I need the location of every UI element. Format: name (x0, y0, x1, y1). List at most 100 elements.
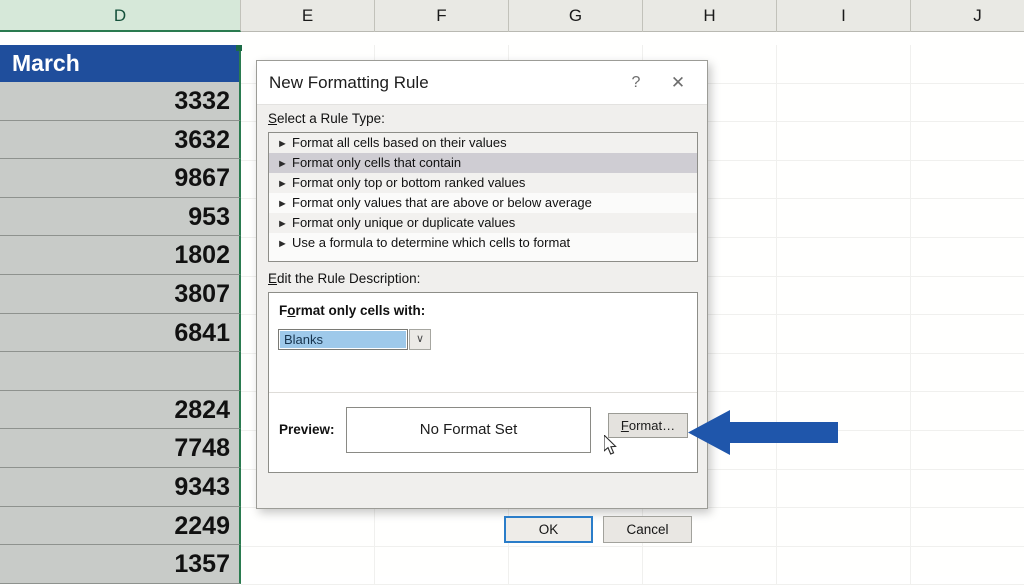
cell-d14[interactable]: 1357 (0, 545, 241, 584)
grid-cell[interactable] (911, 392, 1024, 431)
rule-type-option-label: Format only unique or duplicate values (292, 215, 515, 230)
condition-type-combobox[interactable]: Blanks (278, 329, 408, 350)
chevron-down-icon[interactable]: ∨ (409, 329, 431, 350)
rule-type-option-label: Use a formula to determine which cells t… (292, 235, 570, 250)
rule-type-option-label: Format all cells based on their values (292, 135, 507, 150)
grid-cell[interactable] (911, 238, 1024, 277)
grid-cell[interactable] (777, 508, 911, 547)
grid-cell[interactable] (911, 470, 1024, 509)
accelerator-o: o (287, 303, 295, 318)
column-header-g[interactable]: G (509, 0, 643, 32)
grid-cell[interactable] (509, 547, 643, 585)
cell-d3[interactable]: 3632 (0, 121, 241, 160)
grid-cell[interactable] (911, 45, 1024, 84)
column-header-d[interactable]: D (0, 0, 241, 32)
column-header-f[interactable]: F (375, 0, 509, 32)
rule-type-option-1[interactable]: ►Format all cells based on their values (269, 133, 697, 153)
select-rule-type-label: Select a Rule Type: (268, 111, 385, 126)
grid-cell[interactable] (777, 315, 911, 354)
column-header-e[interactable]: E (241, 0, 375, 32)
grid-cell[interactable] (777, 547, 911, 585)
rule-type-option-5[interactable]: ►Format only unique or duplicate values (269, 213, 697, 233)
accelerator-e: E (268, 271, 277, 286)
grid-cell[interactable] (911, 199, 1024, 238)
grid-cell[interactable] (777, 354, 911, 393)
preview-box: No Format Set (346, 407, 591, 453)
grid-cell[interactable] (777, 45, 911, 84)
condition-type-value[interactable]: Blanks (280, 331, 406, 348)
rule-type-option-2[interactable]: ►Format only cells that contain (269, 153, 697, 173)
cell-d1-march[interactable]: March (0, 45, 241, 82)
cell-d4[interactable]: 9867 (0, 159, 241, 198)
arrow-bullet-icon: ► (277, 134, 292, 154)
ok-button[interactable]: OK (504, 516, 593, 543)
grid-cell[interactable] (911, 277, 1024, 316)
rule-type-option-4[interactable]: ►Format only values that are above or be… (269, 193, 697, 213)
grid-cell[interactable] (777, 470, 911, 509)
close-icon[interactable]: ✕ (661, 69, 695, 97)
cell-d10[interactable]: 2824 (0, 391, 241, 430)
help-icon[interactable]: ? (619, 69, 653, 97)
grid-cell[interactable] (241, 508, 375, 547)
preview-label: Preview: (279, 422, 335, 437)
grid-cell[interactable] (911, 354, 1024, 393)
dialog-title-bar[interactable]: New Formatting Rule ? ✕ (257, 61, 707, 105)
format-button[interactable]: Format… (608, 413, 688, 438)
grid-cell[interactable] (241, 547, 375, 585)
dialog-body: Select a Rule Type: ►Format all cells ba… (257, 105, 707, 508)
cell-d6[interactable]: 1802 (0, 236, 241, 275)
grid-cell[interactable] (643, 547, 777, 585)
selection-handle[interactable] (236, 45, 242, 51)
grid-cell[interactable] (911, 431, 1024, 470)
accelerator-f: F (621, 418, 629, 433)
fmt-label-f: F (279, 303, 287, 318)
cell-d8[interactable]: 6841 (0, 314, 241, 353)
column-header-j[interactable]: J (911, 0, 1024, 32)
rule-type-option-label: Format only cells that contain (292, 155, 461, 170)
grid-cell[interactable] (777, 84, 911, 123)
arrow-bullet-icon: ► (277, 194, 292, 214)
cell-d9[interactable] (0, 352, 241, 391)
grid-cell[interactable] (777, 238, 911, 277)
arrow-bullet-icon: ► (277, 214, 292, 234)
grid-cell[interactable] (911, 315, 1024, 354)
format-button-rest: ormat… (629, 418, 675, 433)
column-header-h[interactable]: H (643, 0, 777, 32)
cell-d11[interactable]: 7748 (0, 429, 241, 468)
arrow-bullet-icon: ► (277, 154, 292, 174)
new-formatting-rule-dialog[interactable]: New Formatting Rule ? ✕ Select a Rule Ty… (256, 60, 708, 509)
rule-description-group: Format only cells with: Blanks ∨ Preview… (268, 292, 698, 473)
grid-cell[interactable] (777, 277, 911, 316)
grid-cell[interactable] (911, 508, 1024, 547)
grid-cell[interactable] (911, 122, 1024, 161)
cell-d5[interactable]: 953 (0, 198, 241, 237)
arrow-bullet-icon: ► (277, 234, 292, 254)
edit-rule-description-label: Edit the Rule Description: (268, 271, 420, 286)
accelerator-s: S (268, 111, 277, 126)
group-divider (269, 392, 697, 393)
arrow-bullet-icon: ► (277, 174, 292, 194)
pointer-arrow-annotation (688, 409, 838, 456)
cell-d2[interactable]: 3332 (0, 82, 241, 121)
rule-type-option-6[interactable]: ►Use a formula to determine which cells … (269, 233, 697, 253)
cell-d7[interactable]: 3807 (0, 275, 241, 314)
grid-cell[interactable] (777, 199, 911, 238)
cell-d13[interactable]: 2249 (0, 507, 241, 546)
grid-cell[interactable] (375, 508, 509, 547)
rule-type-option-label: Format only top or bottom ranked values (292, 175, 525, 190)
cell-d12[interactable]: 9343 (0, 468, 241, 507)
rule-type-list[interactable]: ►Format all cells based on their values►… (268, 132, 698, 262)
grid-cell[interactable] (911, 84, 1024, 123)
grid-cell[interactable] (777, 161, 911, 200)
edit-rule-description-label-rest: dit the Rule Description: (277, 271, 420, 286)
cancel-button[interactable]: Cancel (603, 516, 692, 543)
select-rule-type-label-rest: elect a Rule Type: (277, 111, 385, 126)
rule-type-option-label: Format only values that are above or bel… (292, 195, 592, 210)
grid-cell[interactable] (777, 122, 911, 161)
grid-cell[interactable] (911, 161, 1024, 200)
grid-cell[interactable] (911, 547, 1024, 585)
rule-type-option-3[interactable]: ►Format only top or bottom ranked values (269, 173, 697, 193)
column-header-i[interactable]: I (777, 0, 911, 32)
grid-cell[interactable] (375, 547, 509, 585)
mouse-cursor (604, 435, 620, 457)
